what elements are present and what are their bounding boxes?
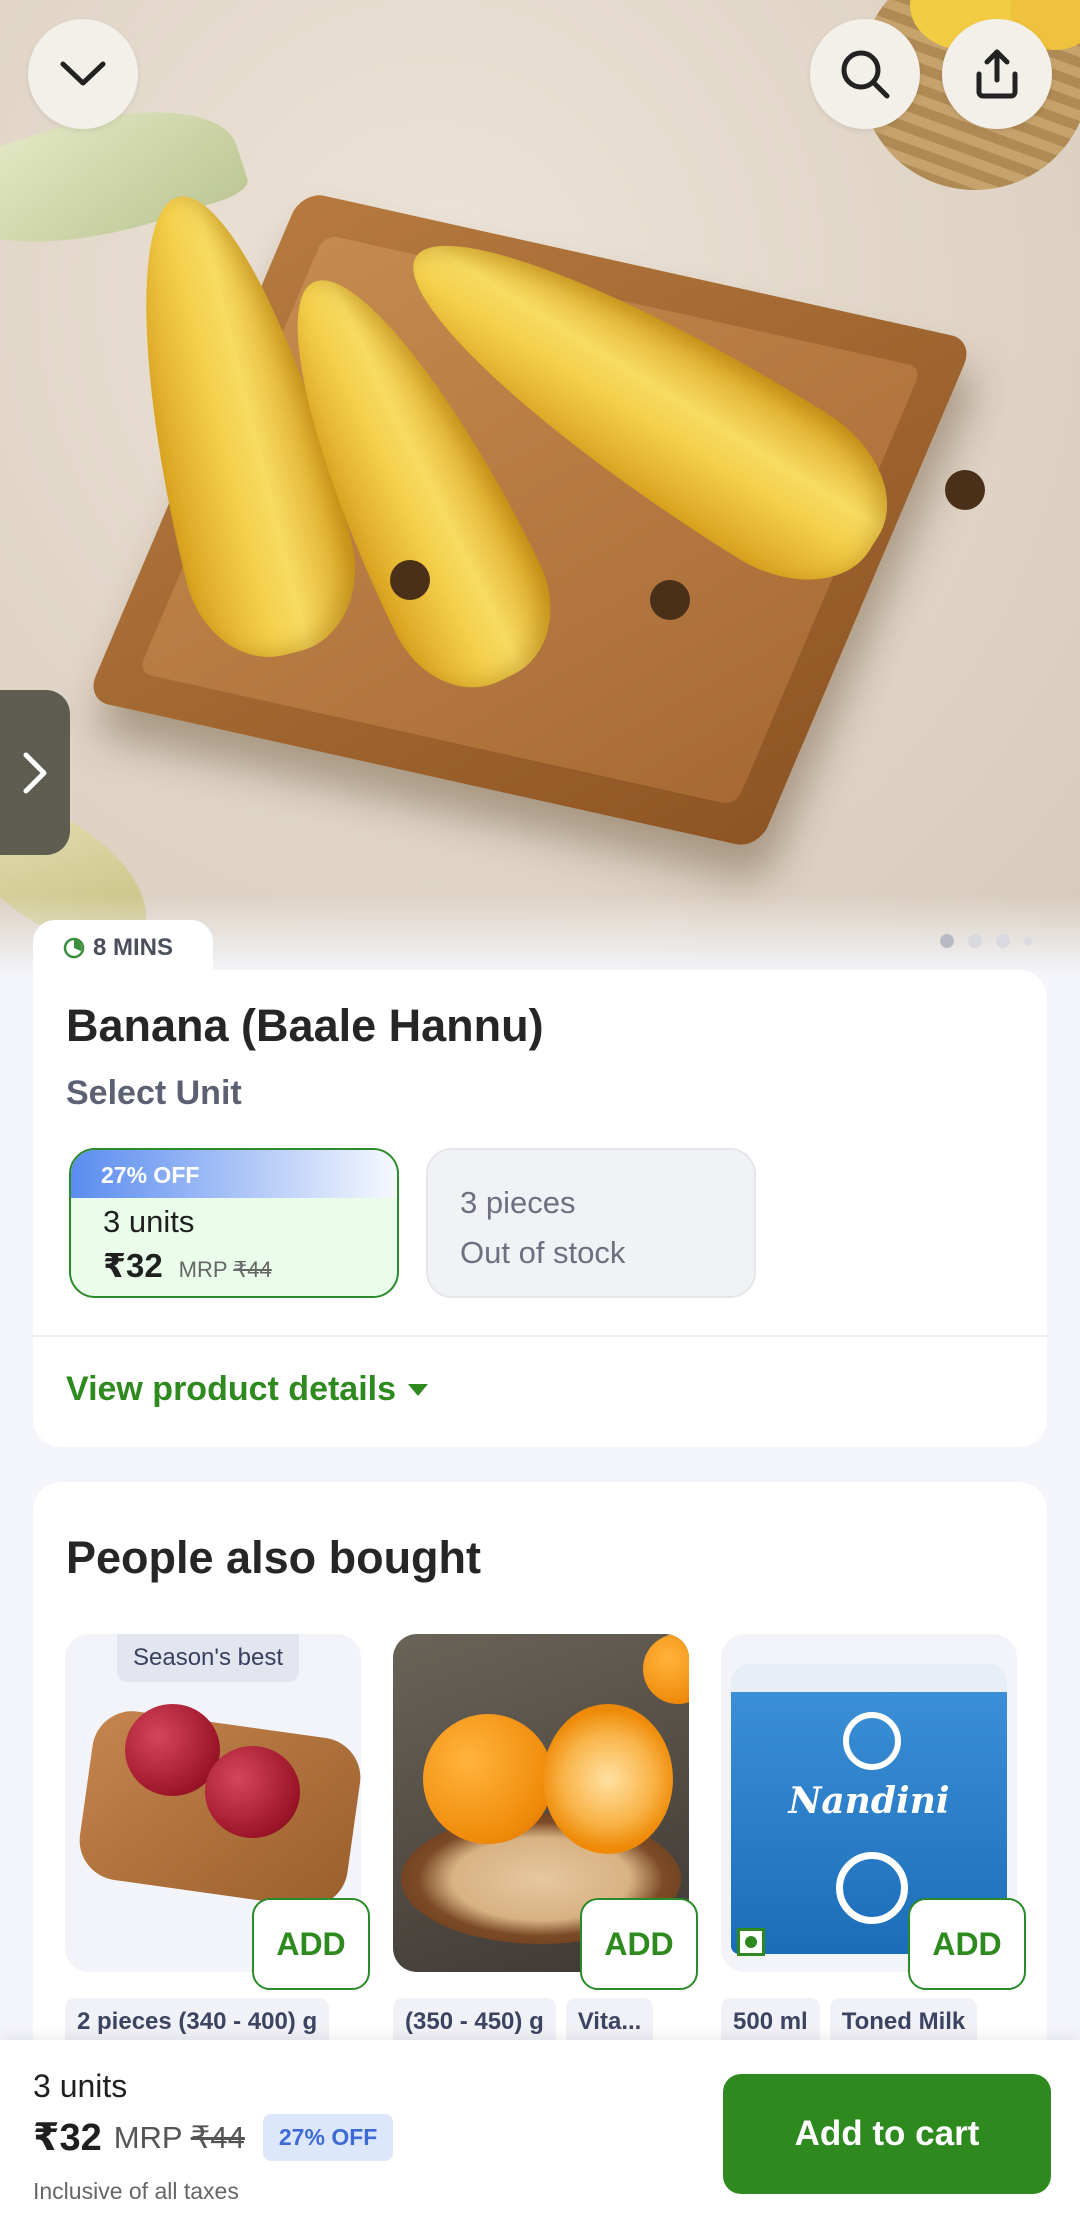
collapse-button[interactable] [28, 19, 138, 129]
price-row: ₹32 MRP ₹44 27% OFF [33, 2114, 394, 2161]
timer-icon [63, 937, 85, 958]
chevron-down-icon [60, 61, 106, 86]
quantity-tag: 500 ml [721, 1998, 820, 2046]
product-title: Banana (Baale Hannu) [66, 1000, 544, 1051]
carousel-dot[interactable] [1024, 937, 1032, 945]
add-button[interactable]: ADD [252, 1898, 370, 1990]
mrp-label: MRP [178, 1257, 228, 1282]
discount-badge: 27% OFF [262, 2114, 394, 2161]
veg-icon [737, 1928, 765, 1956]
orange [423, 1714, 553, 1844]
unit-price-row: ₹32 MRP ₹44 [71, 1246, 397, 1285]
tax-note: Inclusive of all taxes [33, 2178, 239, 2204]
add-to-cart-button[interactable]: Add to cart [723, 2074, 1051, 2194]
section-title: People also bought [66, 1532, 482, 1583]
view-details-label: View product details [66, 1370, 397, 1408]
orange-half [543, 1704, 673, 1854]
mrp-value: ₹44 [233, 1257, 272, 1282]
info-tag: Toned Milk [829, 1998, 978, 2046]
selected-units: 3 units [33, 2068, 128, 2104]
unit-price: ₹32 [103, 1247, 163, 1284]
unit-option-out-of-stock[interactable]: 3 pieces Out of stock [426, 1148, 756, 1298]
brand-name: Nandini [788, 1780, 950, 1822]
product-tile[interactable]: Nandini ADD 500 ml Toned Milk [721, 1634, 1026, 2046]
search-icon [841, 50, 890, 99]
quantity-tag: 2 pieces (340 - 400) g [65, 1998, 330, 2046]
divider [33, 1335, 1047, 1337]
share-button[interactable] [942, 19, 1052, 129]
product-info-card: Banana (Baale Hannu) Select Unit 27% OFF… [33, 970, 1047, 1447]
quantity-tag: (350 - 450) g [393, 1998, 556, 2046]
discount-badge: 27% OFF [71, 1150, 397, 1198]
apple [205, 1746, 300, 1838]
mrp-value: ₹44 [190, 2119, 245, 2155]
caret-down-icon [408, 1383, 429, 1396]
info-tag: Vita... [565, 1998, 654, 2046]
unit-option-selected[interactable]: 27% OFF 3 units ₹32 MRP ₹44 [69, 1148, 399, 1298]
share-icon [976, 49, 1018, 99]
view-product-details-link[interactable]: View product details [66, 1370, 429, 1409]
chevron-right-icon [23, 752, 47, 793]
unit-name: 3 pieces [460, 1185, 576, 1220]
bottom-cart-bar: 3 units ₹32 MRP ₹44 27% OFF Inclusive of… [0, 2040, 1080, 2222]
stock-status: Out of stock [460, 1235, 626, 1270]
mrp-label: MRP [113, 2119, 183, 2155]
add-button[interactable]: ADD [580, 1898, 698, 1990]
carousel-dot[interactable] [968, 934, 982, 948]
seasons-best-badge: Season's best [117, 1634, 300, 1682]
product-tile[interactable]: ADD (350 - 450) g Vita... [393, 1634, 698, 2046]
carousel-dot[interactable] [996, 934, 1010, 948]
carousel-indicator [940, 934, 1032, 948]
select-unit-label: Select Unit [66, 1074, 242, 1112]
search-button[interactable] [810, 19, 920, 129]
price: ₹32 [33, 2117, 102, 2159]
carousel-dot[interactable] [940, 934, 954, 948]
product-hero-image[interactable] [0, 0, 1080, 975]
delivery-time-text: 8 MINS [93, 933, 174, 961]
unit-name: 3 units [103, 1204, 195, 1239]
delivery-time-badge: 8 MINS [33, 920, 213, 975]
add-button[interactable]: ADD [908, 1898, 1026, 1990]
next-image-button[interactable] [0, 690, 70, 855]
milk-drop-logo [843, 1712, 901, 1770]
product-tile[interactable]: Season's best ADD 2 pieces (340 - 400) g [65, 1634, 370, 2046]
